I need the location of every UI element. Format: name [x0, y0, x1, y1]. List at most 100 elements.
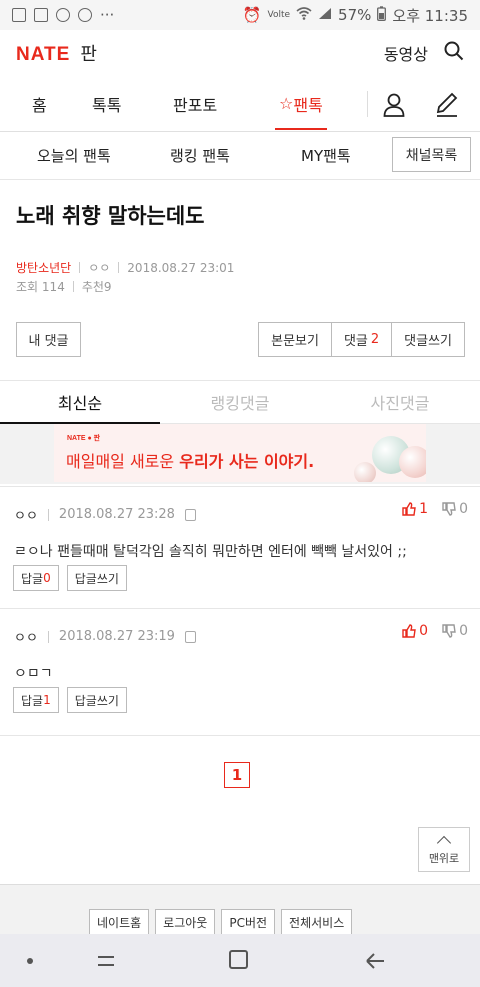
- post-channel[interactable]: 방탄소년단: [16, 259, 71, 276]
- replies-button[interactable]: 답글 1: [13, 687, 59, 713]
- post-date: 2018.08.27 23:01: [127, 260, 235, 275]
- footer-all-services[interactable]: 전체서비스: [281, 909, 353, 935]
- chevron-up-icon: [436, 835, 452, 850]
- comment-author: ㅇㅇ: [14, 631, 38, 646]
- comments-count: 2: [370, 332, 380, 347]
- thumbs-up-icon: [402, 624, 416, 638]
- wifi-icon: [296, 6, 312, 24]
- gallery-icon: [12, 8, 26, 22]
- upvote-button[interactable]: 0: [402, 623, 428, 639]
- write-icon[interactable]: [434, 92, 460, 122]
- nav-dot-icon[interactable]: [27, 958, 33, 964]
- system-nav-bar: [0, 934, 480, 987]
- lock-icon: [184, 508, 196, 521]
- comment-body: ㅇㅁㄱ: [14, 666, 53, 682]
- post-action-buttons: 본문보기 댓글 2 댓글쓰기: [258, 322, 465, 357]
- pearl-image: [399, 446, 426, 478]
- footer-logout[interactable]: 로그아웃: [155, 909, 216, 935]
- subnav-my-fantok[interactable]: MY팬톡: [301, 145, 351, 166]
- nav-home[interactable]: 홈: [32, 76, 47, 132]
- ad-banner[interactable]: NATE ● 판 매일매일 새로운 우리가 사는 이야기.: [54, 424, 426, 482]
- channel-list-button[interactable]: 채널목록: [392, 137, 471, 172]
- tab-photo-comments[interactable]: 사진댓글: [320, 381, 480, 423]
- recommend-count: 추천9: [81, 280, 112, 294]
- sub-nav: 오늘의 팬톡 랭킹 팬톡 MY팬톡 채널목록: [0, 132, 480, 180]
- logo-nate: NATE: [16, 44, 71, 65]
- thumbs-up-icon: [402, 502, 416, 516]
- volte-label: Volte: [267, 10, 291, 20]
- comment-item: ㅇㅇ 2018.08.27 23:28 1 0 ㄹㅇ나 팬들때매 탈덕각임 솔직…: [0, 486, 480, 608]
- view-body-button[interactable]: 본문보기: [258, 322, 332, 357]
- user-icon[interactable]: [383, 93, 405, 121]
- thumbs-down-icon: [442, 502, 456, 516]
- downvote-button[interactable]: 0: [442, 501, 468, 517]
- write-comment-button[interactable]: 댓글쓰기: [391, 322, 465, 357]
- main-nav: 홈 톡톡 판포토 ☆ 팬톡: [0, 76, 480, 132]
- nav-toktok[interactable]: 톡톡: [92, 76, 121, 132]
- divider: [47, 508, 49, 521]
- comment-author: ㅇㅇ: [14, 509, 38, 524]
- divider: [118, 262, 120, 273]
- footer-nate-home[interactable]: 네이트홈: [89, 909, 150, 935]
- post-stats: 조회 114 추천9: [16, 278, 112, 295]
- divider: [72, 281, 74, 292]
- comment-tabs: 최신순 랭킹댓글 사진댓글: [0, 380, 480, 424]
- clock: 오후 11:35: [392, 6, 468, 25]
- tab-latest[interactable]: 최신순: [0, 381, 160, 424]
- nate-pan-logo[interactable]: NATE 판: [16, 40, 97, 66]
- downvote-count: 0: [459, 501, 468, 517]
- back-icon[interactable]: [364, 951, 384, 971]
- footer: 네이트홈 로그아웃 PC버전 전체서비스: [0, 884, 480, 935]
- battery-percent: 57%: [338, 6, 372, 24]
- divider: [47, 630, 49, 643]
- battery-icon: [377, 5, 387, 25]
- alarm-icon: ⏰: [242, 6, 262, 24]
- downvote-count: 0: [459, 623, 468, 639]
- scroll-top-button[interactable]: 맨위로: [418, 827, 470, 872]
- upvote-count: 0: [419, 623, 429, 639]
- post-author: ㅇㅇ: [88, 261, 111, 275]
- ad-logo: NATE ● 판: [67, 435, 101, 442]
- footer-pc-version[interactable]: PC버전: [221, 909, 276, 935]
- home-icon[interactable]: [229, 950, 248, 969]
- nav-divider: [367, 91, 368, 117]
- replies-button[interactable]: 답글 0: [13, 565, 59, 591]
- scroll-top-label: 맨위로: [428, 851, 460, 865]
- write-reply-button[interactable]: 답글쓰기: [66, 687, 127, 713]
- post-title: 노래 취향 말하는데도: [16, 204, 205, 228]
- comments-button[interactable]: 댓글 2: [330, 322, 393, 357]
- star-icon: ☆: [279, 94, 294, 113]
- g-app-icon: [78, 8, 92, 22]
- nav-fantok-label: 팬톡: [293, 95, 323, 115]
- divider: [79, 262, 81, 273]
- page-1-button[interactable]: 1: [224, 762, 250, 788]
- subnav-ranking-fantok[interactable]: 랭킹 팬톡: [170, 145, 230, 166]
- nav-fantok[interactable]: ☆ 팬톡: [275, 76, 327, 132]
- recent-apps-icon[interactable]: [95, 951, 115, 969]
- app-notification-icon: [56, 8, 70, 22]
- status-bar: ··· ⏰ Volte 57% 오후 11:35: [0, 0, 480, 30]
- app-header: NATE 판 동영상: [0, 30, 480, 76]
- tab-ranking-comments[interactable]: 랭킹댓글: [160, 381, 320, 423]
- logo-pan: 판: [80, 44, 97, 65]
- views-count: 조회 114: [16, 280, 65, 294]
- upvote-button[interactable]: 1: [402, 501, 428, 517]
- lock-icon: [184, 630, 196, 643]
- video-link[interactable]: 동영상: [384, 41, 428, 65]
- write-reply-button[interactable]: 답글쓰기: [66, 565, 127, 591]
- pearl-image: [354, 462, 376, 482]
- nav-panphoto[interactable]: 판포토: [173, 76, 217, 132]
- thumbs-down-icon: [442, 624, 456, 638]
- search-icon[interactable]: [444, 41, 464, 65]
- downvote-button[interactable]: 0: [442, 623, 468, 639]
- comment-date: 2018.08.27 23:28: [58, 507, 175, 522]
- ad-area: NATE ● 판 매일매일 새로운 우리가 사는 이야기.: [0, 424, 480, 484]
- subnav-today-fantok[interactable]: 오늘의 팬톡: [37, 145, 111, 166]
- comment-item: ㅇㅇ 2018.08.27 23:19 0 0 ㅇㅁㄱ 답글 1 답글쓰기: [0, 608, 480, 736]
- signal-icon: [318, 6, 332, 24]
- comment-date: 2018.08.27 23:19: [58, 629, 175, 644]
- image-icon: [34, 8, 48, 22]
- post-meta: 방탄소년단 ㅇㅇ 2018.08.27 23:01: [16, 259, 234, 276]
- comment-body: ㄹㅇ나 팬들때매 탈덕각임 솔직히 뭐만하면 엔터에 빽빽 날서있어 ;;: [14, 544, 407, 560]
- my-comments-button[interactable]: 내 댓글: [16, 322, 81, 357]
